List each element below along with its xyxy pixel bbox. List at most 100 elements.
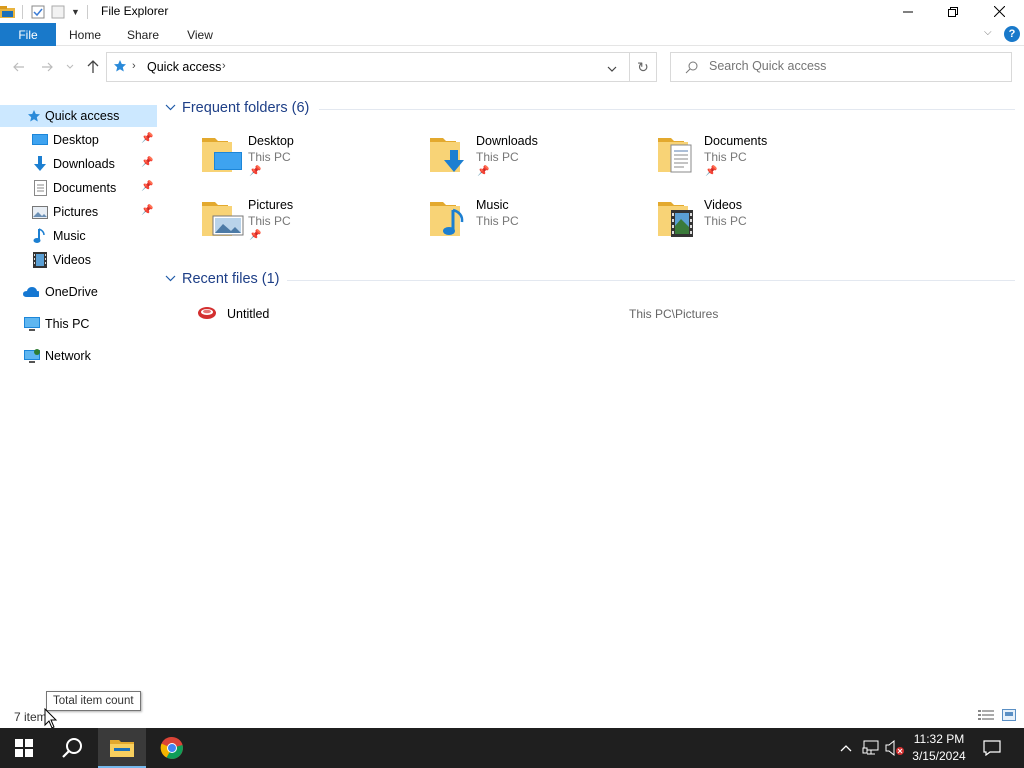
quick-access-star-icon (113, 59, 127, 76)
search-icon (685, 61, 698, 77)
documents-folder-icon (658, 138, 692, 173)
address-history-chevron-icon[interactable] (607, 62, 617, 76)
nav-item-pictures[interactable]: Pictures 📌 (0, 201, 157, 223)
recent-file-name: Untitled (227, 307, 270, 321)
desktop-folder-icon (202, 138, 242, 172)
nav-item-label: OneDrive (45, 285, 98, 299)
details-view-icon[interactable] (978, 709, 994, 724)
file-explorer-app-icon[interactable] (0, 5, 16, 19)
volume-muted-icon[interactable] (884, 728, 906, 768)
nav-item-downloads[interactable]: Downloads 📌 (0, 153, 157, 175)
folder-name: Downloads (476, 134, 538, 148)
breadcrumb-separator-icon[interactable]: › (132, 60, 136, 72)
pictures-folder-icon (202, 202, 244, 236)
chevron-down-icon[interactable] (165, 274, 177, 285)
search-button[interactable] (48, 728, 96, 768)
chevron-down-icon[interactable] (165, 103, 177, 114)
tab-view[interactable]: View (175, 23, 225, 46)
nav-item-label: Pictures (53, 205, 99, 219)
notification-icon (983, 740, 1001, 756)
folder-tile-desktop[interactable]: Desktop This PC 📌 (201, 130, 421, 188)
tab-file[interactable]: File (0, 23, 56, 46)
status-bar: 7 items (0, 706, 1024, 728)
nav-item-this-pc[interactable]: This PC (0, 313, 157, 335)
folder-location: This PC (704, 214, 747, 228)
folder-name: Pictures (248, 198, 294, 212)
search-input[interactable] (709, 59, 999, 73)
large-icons-view-icon[interactable] (1002, 709, 1016, 724)
address-row: › Quick access › ↻ (0, 49, 1024, 85)
action-center-button[interactable] (978, 728, 1006, 768)
refresh-button[interactable]: ↻ (629, 52, 657, 82)
customize-toolbar-chevron-icon[interactable]: ▼ (71, 7, 83, 17)
breadcrumb-quick-access[interactable]: Quick access (147, 60, 221, 74)
clock-date: 3/15/2024 (912, 749, 966, 763)
documents-icon (32, 180, 48, 196)
folder-location: This PC (248, 150, 291, 164)
pin-icon[interactable]: 📌 (141, 157, 153, 168)
group-divider (287, 280, 1015, 281)
restore-button[interactable] (930, 0, 976, 23)
clock[interactable]: 11:32 PM 3/15/2024 (906, 731, 972, 765)
recent-locations-chevron-icon[interactable] (60, 49, 80, 85)
pin-icon[interactable]: 📌 (141, 205, 153, 216)
minimize-button[interactable] (885, 0, 931, 23)
quick-access-toolbar: ▼ (0, 3, 88, 21)
new-folder-icon[interactable] (51, 5, 65, 19)
folder-tile-downloads[interactable]: Downloads This PC 📌 (429, 130, 649, 188)
nav-item-music[interactable]: Music (0, 225, 157, 247)
pin-icon[interactable]: 📌 (141, 133, 153, 144)
downloads-icon (32, 156, 48, 172)
search-box[interactable] (670, 52, 1012, 82)
address-bar[interactable]: › Quick access › (106, 52, 630, 82)
breadcrumb-expand-icon[interactable]: › (222, 60, 226, 72)
folder-location: This PC (476, 150, 519, 164)
pin-icon[interactable]: 📌 (141, 181, 153, 192)
clock-time: 11:32 PM (913, 732, 965, 746)
recent-files-group-header[interactable]: Recent files (1) (165, 269, 280, 289)
network-tray-icon[interactable] (860, 728, 882, 768)
folder-name: Desktop (248, 134, 294, 148)
folder-tile-music[interactable]: Music This PC (429, 194, 649, 252)
folder-tile-documents[interactable]: Documents This PC 📌 (657, 130, 877, 188)
frequent-folders-group-header[interactable]: Frequent folders (6) (165, 98, 309, 118)
nav-item-onedrive[interactable]: OneDrive (0, 281, 157, 303)
help-icon[interactable]: ? (1004, 26, 1020, 42)
back-button[interactable] (8, 49, 30, 85)
group-header-label: Recent files (1) (182, 271, 280, 287)
taskbar-chrome[interactable] (148, 728, 196, 768)
up-button[interactable] (82, 49, 104, 85)
start-button[interactable] (0, 728, 48, 768)
navigation-pane: Quick access Desktop 📌 Downloads 📌 Docum… (0, 100, 157, 705)
folder-tile-videos[interactable]: Videos This PC (657, 194, 877, 252)
close-button[interactable] (976, 0, 1022, 23)
forward-button[interactable] (36, 49, 58, 85)
pin-icon: 📌 (705, 166, 718, 177)
onedrive-cloud-icon (23, 284, 39, 300)
refresh-icon: ↻ (637, 58, 649, 75)
tab-home[interactable]: Home (60, 23, 110, 46)
folder-tile-pictures[interactable]: Pictures This PC 📌 (201, 194, 421, 252)
nav-item-label: Desktop (53, 133, 99, 147)
nav-item-label: Videos (53, 253, 91, 267)
tab-share[interactable]: Share (118, 23, 168, 46)
nav-item-documents[interactable]: Documents 📌 (0, 177, 157, 199)
music-folder-icon (430, 202, 464, 236)
show-hidden-icons-chevron-icon[interactable] (836, 728, 856, 768)
nav-item-label: Quick access (45, 109, 120, 123)
recent-file-row[interactable]: Untitled This PC\Pictures (195, 300, 995, 328)
nav-item-quick-access[interactable]: Quick access (0, 105, 157, 127)
nav-item-videos[interactable]: Videos (0, 249, 157, 271)
nav-item-label: Documents (53, 181, 117, 195)
taskbar-file-explorer[interactable] (98, 728, 146, 768)
pin-icon: 📌 (477, 166, 490, 177)
nav-item-desktop[interactable]: Desktop 📌 (0, 129, 157, 151)
properties-icon[interactable] (31, 5, 45, 19)
nav-item-label: Network (45, 349, 91, 363)
paint-file-icon (197, 305, 217, 324)
folder-name: Music (476, 198, 509, 212)
nav-item-network[interactable]: Network (0, 345, 157, 367)
expand-ribbon-chevron-icon[interactable]: ⌵ (984, 27, 992, 38)
nav-item-label: Music (53, 229, 86, 243)
nav-item-label: This PC (45, 317, 90, 331)
